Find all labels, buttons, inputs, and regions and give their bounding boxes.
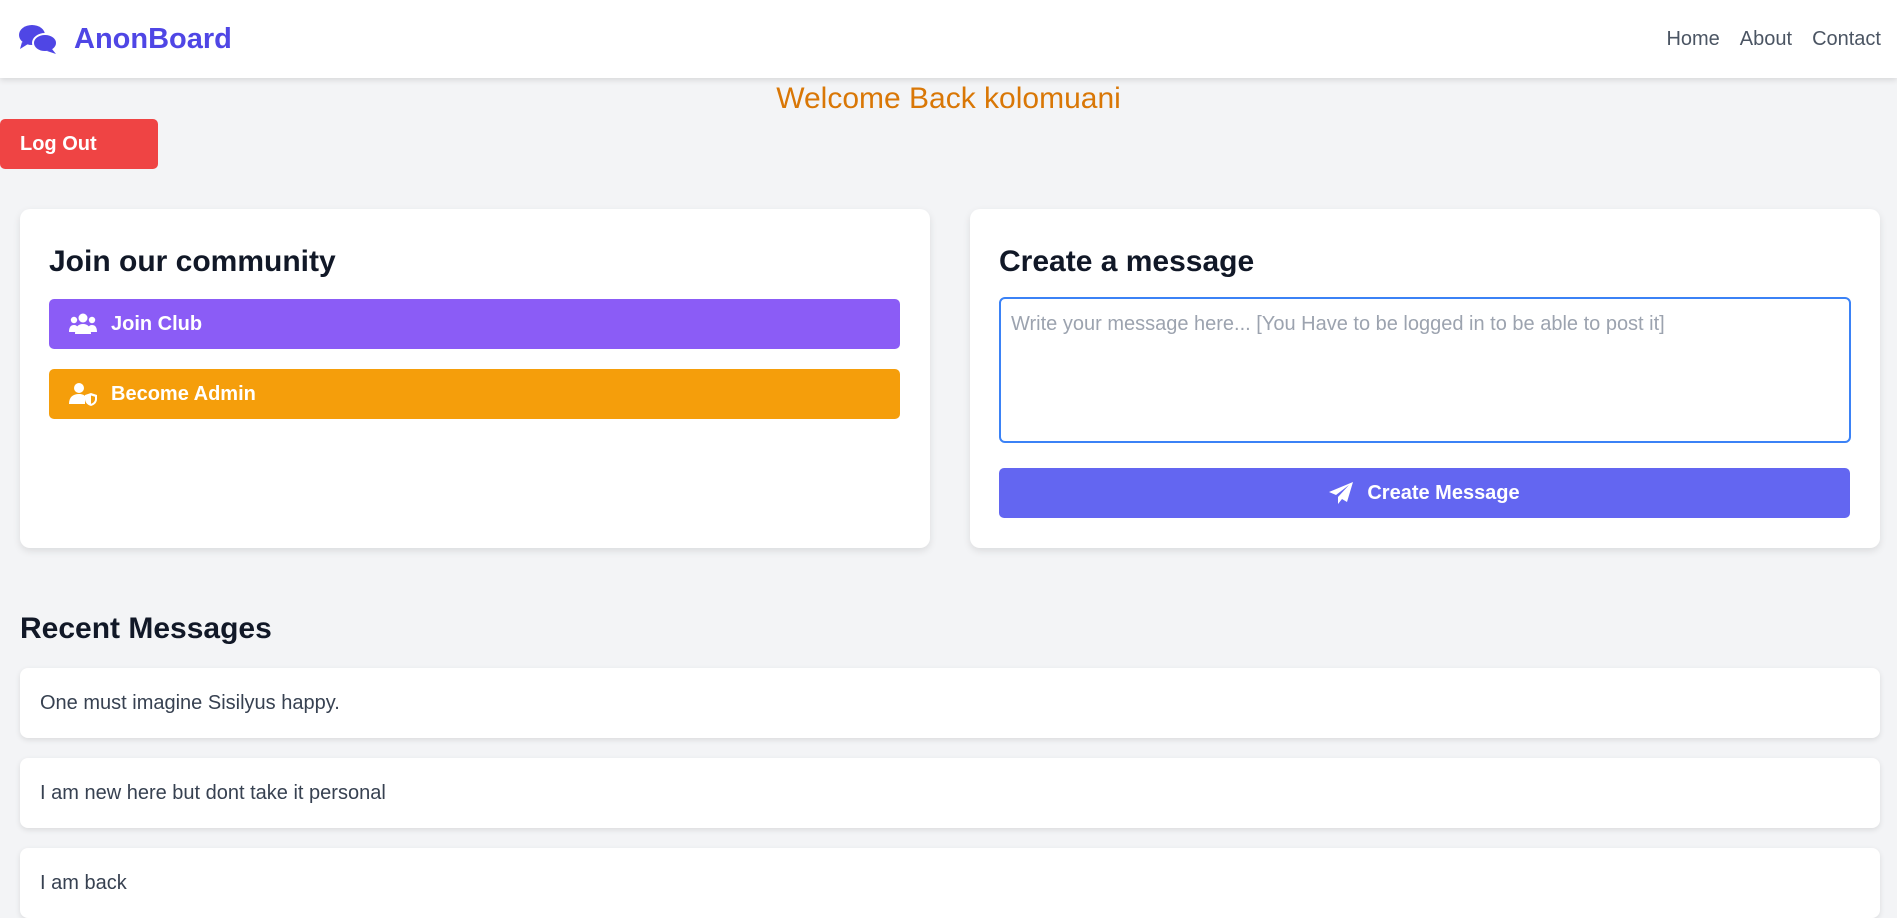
paper-plane-icon	[1329, 482, 1354, 504]
brand-name: AnonBoard	[74, 22, 232, 55]
user-shield-icon	[69, 383, 97, 406]
become-admin-button[interactable]: Become Admin	[49, 369, 900, 419]
chat-bubbles-icon	[19, 25, 58, 54]
brand[interactable]: AnonBoard	[18, 23, 232, 56]
nav-links: Home About Contact	[1666, 28, 1881, 51]
navbar: AnonBoard Home About Contact	[0, 0, 1897, 78]
join-club-button[interactable]: Join Club	[49, 299, 900, 349]
list-item: I am back	[20, 848, 1880, 918]
become-admin-label: Become Admin	[111, 382, 256, 405]
nav-link-home[interactable]: Home	[1666, 28, 1719, 51]
nav-link-contact[interactable]: Contact	[1812, 28, 1881, 51]
message-textarea[interactable]	[999, 297, 1851, 443]
community-card: Join our community Join Club Become Admi…	[20, 209, 930, 548]
list-item: One must imagine Sisilyus happy.	[20, 668, 1880, 738]
create-message-card: Create a message Create Message	[970, 209, 1880, 548]
join-club-label: Join Club	[111, 312, 203, 335]
users-icon	[69, 313, 97, 334]
list-item: I am new here but dont take it personal	[20, 758, 1880, 828]
create-message-label: Create Message	[1367, 481, 1520, 504]
community-title: Join our community	[49, 245, 336, 278]
logout-button[interactable]: Log Out	[0, 119, 158, 169]
create-message-title: Create a message	[999, 245, 1255, 278]
create-message-button[interactable]: Create Message	[999, 468, 1850, 518]
welcome-message: Welcome Back kolomuani	[776, 82, 1121, 115]
nav-link-about[interactable]: About	[1740, 28, 1792, 51]
recent-messages-title: Recent Messages	[20, 612, 272, 645]
